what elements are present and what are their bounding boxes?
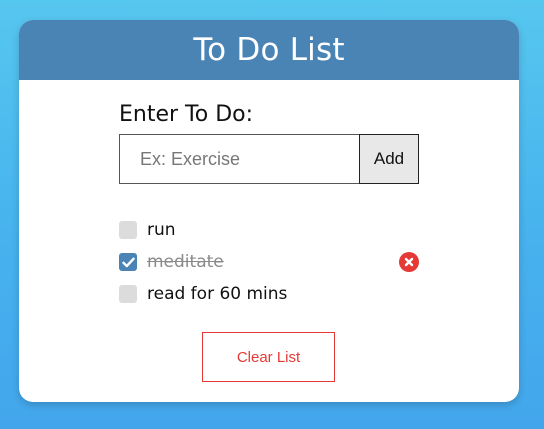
close-circle-icon xyxy=(404,257,414,267)
entry-row: Add xyxy=(119,134,419,184)
todo-input[interactable] xyxy=(119,134,359,184)
delete-todo-button[interactable] xyxy=(399,252,419,272)
todo-list: run meditate read for 60 mins xyxy=(119,214,419,310)
todo-checkbox[interactable] xyxy=(119,221,137,239)
todo-card: To Do List Enter To Do: Add run meditate xyxy=(19,20,519,402)
todo-text: read for 60 mins xyxy=(147,284,288,304)
page-title: To Do List xyxy=(193,32,345,68)
todo-checkbox[interactable] xyxy=(119,253,137,271)
todo-text: meditate xyxy=(147,252,224,272)
entry-label: Enter To Do: xyxy=(119,102,254,127)
todo-item-run: run xyxy=(119,214,419,246)
todo-checkbox[interactable] xyxy=(119,285,137,303)
checkmark-icon xyxy=(121,257,135,267)
todo-item-meditate: meditate xyxy=(119,246,419,278)
todo-item-read: read for 60 mins xyxy=(119,278,419,310)
add-button[interactable]: Add xyxy=(359,134,419,184)
card-header: To Do List xyxy=(19,20,519,80)
clear-list-button[interactable]: Clear List xyxy=(202,332,335,382)
todo-text: run xyxy=(147,220,176,240)
